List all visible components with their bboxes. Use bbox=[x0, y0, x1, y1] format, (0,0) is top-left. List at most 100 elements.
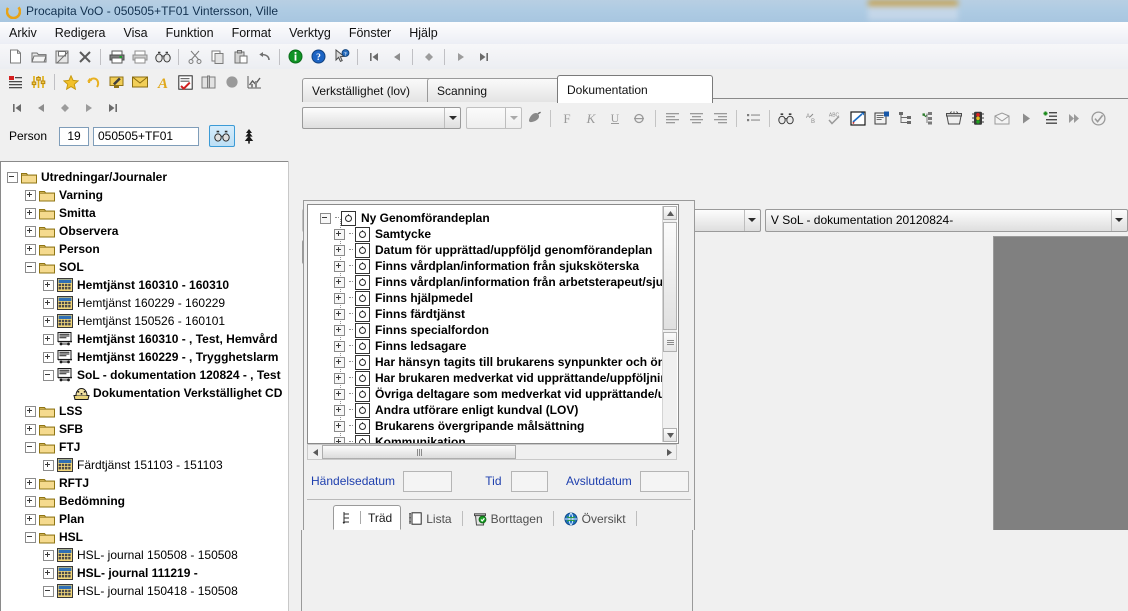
tree-item[interactable]: Varning bbox=[7, 186, 287, 204]
tree-toggle[interactable] bbox=[43, 459, 54, 471]
records-tree-panel[interactable]: Utredningar/Journaler Varning Smitta Observ… bbox=[0, 161, 289, 611]
save-icon[interactable] bbox=[50, 46, 73, 68]
nav-marker-icon[interactable] bbox=[417, 46, 440, 68]
nav-last-icon[interactable] bbox=[101, 98, 125, 118]
nav-first-icon[interactable] bbox=[362, 46, 385, 68]
keyword-tree-item[interactable]: Samtycke bbox=[308, 226, 662, 242]
italic-k-icon[interactable]: K bbox=[579, 107, 603, 129]
menu-item-funktion[interactable]: Funktion bbox=[157, 24, 223, 42]
envelope-open-icon[interactable] bbox=[990, 107, 1014, 129]
undo-icon[interactable] bbox=[252, 46, 275, 68]
circle-icon[interactable] bbox=[220, 71, 243, 93]
undo-arrow-icon[interactable] bbox=[82, 71, 105, 93]
nav-last-icon[interactable] bbox=[472, 46, 495, 68]
tree-toggle[interactable] bbox=[25, 225, 36, 237]
keyword-tree-hscrollbar[interactable] bbox=[307, 444, 677, 460]
traffic-light-icon[interactable] bbox=[966, 107, 990, 129]
menu-item-redigera[interactable]: Redigera bbox=[46, 24, 115, 42]
spell-ab-icon[interactable]: AB bbox=[798, 107, 822, 129]
scroll-right-arrow-icon[interactable] bbox=[662, 445, 676, 459]
tree-item[interactable]: HSL bbox=[7, 528, 287, 546]
keyword-tree-scrollbar[interactable] bbox=[662, 206, 677, 442]
add-node-icon[interactable] bbox=[918, 107, 942, 129]
print-icon[interactable] bbox=[105, 46, 128, 68]
keyword-tree-item[interactable]: Har brukaren medverkat vid upprättande/u… bbox=[308, 370, 668, 386]
scrollbar-grip[interactable] bbox=[663, 332, 677, 352]
help-pointer-icon[interactable]: ? bbox=[330, 46, 353, 68]
nav-next-icon[interactable] bbox=[449, 46, 472, 68]
document-selector-combo[interactable]: V SoL - dokumentation 20120824- bbox=[764, 208, 1128, 232]
nav-first-icon[interactable] bbox=[5, 98, 29, 118]
keyword-tree-item[interactable]: Kommunikation bbox=[308, 434, 662, 443]
font-a-icon[interactable]: A bbox=[151, 71, 174, 93]
tree-toggle[interactable] bbox=[25, 405, 36, 417]
tree-toggle[interactable] bbox=[334, 308, 345, 320]
tab-oversikt[interactable]: Översikt bbox=[556, 508, 634, 529]
tree-item[interactable]: Hemtjänst 160310 - , Test, Hemvård bbox=[7, 330, 287, 348]
keyword-tree-item[interactable]: Ny Genomförandeplan bbox=[308, 210, 662, 226]
tree-toggle[interactable] bbox=[334, 404, 345, 416]
tree-toggle[interactable] bbox=[43, 369, 54, 381]
structure-icon[interactable] bbox=[894, 107, 918, 129]
keyword-tree-item[interactable]: Har hänsyn tagits till brukarens synpunk… bbox=[308, 354, 672, 370]
font-size-combo[interactable] bbox=[466, 107, 522, 129]
tree-item[interactable]: RFTJ bbox=[7, 474, 287, 492]
person-tree-icon[interactable] bbox=[239, 126, 259, 146]
keyword-tree-item[interactable]: Brukarens övergripande målsättning bbox=[308, 418, 662, 434]
archive-icon[interactable] bbox=[942, 107, 966, 129]
book-icon[interactable] bbox=[197, 71, 220, 93]
tree-toggle[interactable] bbox=[334, 292, 345, 304]
tree-item[interactable]: HSL- journal 111219 - bbox=[7, 564, 287, 582]
fast-forward-icon[interactable] bbox=[1062, 107, 1086, 129]
spellcheck-abc-icon[interactable]: ABC bbox=[822, 107, 846, 129]
font-family-combo[interactable] bbox=[302, 107, 461, 129]
keyword-tree-item[interactable]: Datum för upprättad/uppföljd genomförand… bbox=[308, 242, 662, 258]
keyword-tree-item[interactable]: Finns färdtjänst bbox=[308, 306, 662, 322]
paste-icon[interactable] bbox=[229, 46, 252, 68]
tab-verkstallighet[interactable]: Verkställighet (lov) bbox=[302, 78, 444, 102]
tab-trad[interactable]: Träd bbox=[333, 505, 402, 530]
nav-marker-icon[interactable] bbox=[53, 98, 77, 118]
delete-x-icon[interactable] bbox=[73, 46, 96, 68]
end-date-field[interactable] bbox=[639, 470, 689, 492]
underline-u-icon[interactable]: U bbox=[603, 107, 627, 129]
align-left-icon[interactable] bbox=[660, 107, 684, 129]
tree-toggle[interactable] bbox=[25, 207, 36, 219]
person-number-field[interactable]: 19 bbox=[59, 126, 89, 146]
tree-toggle[interactable] bbox=[25, 189, 36, 201]
tree-toggle[interactable] bbox=[43, 585, 54, 597]
scrollbar-thumb[interactable] bbox=[663, 222, 677, 330]
checklist-icon[interactable] bbox=[174, 71, 197, 93]
approve-check-icon[interactable] bbox=[1086, 107, 1110, 129]
keyword-tree-item[interactable]: Finns vårdplan/information från sjuksköt… bbox=[308, 258, 662, 274]
menu-item-verktyg[interactable]: Verktyg bbox=[280, 24, 340, 42]
menu-item-visa[interactable]: Visa bbox=[115, 24, 157, 42]
nav-previous-icon[interactable] bbox=[385, 46, 408, 68]
find-binoculars-icon[interactable] bbox=[774, 107, 798, 129]
menu-item-fonster[interactable]: Fönster bbox=[340, 24, 400, 42]
tab-lista[interactable]: Lista bbox=[401, 508, 459, 529]
tree-toggle[interactable] bbox=[43, 297, 54, 309]
menu-item-hjalp[interactable]: Hjälp bbox=[400, 24, 447, 42]
list-red-icon[interactable] bbox=[4, 71, 27, 93]
chart-icon[interactable] bbox=[243, 71, 266, 93]
new-document-icon[interactable] bbox=[4, 46, 27, 68]
tree-toggle[interactable] bbox=[43, 333, 54, 345]
tree-item[interactable]: Dokumentation Verkställighet CD bbox=[7, 384, 287, 402]
keyword-tree-item[interactable]: Andra utförare enligt kundval (LOV) bbox=[308, 402, 662, 418]
tree-toggle[interactable] bbox=[25, 477, 36, 489]
tree-item[interactable]: Hemtjänst 150526 - 160101 bbox=[7, 312, 287, 330]
align-right-icon[interactable] bbox=[708, 107, 732, 129]
tree-item[interactable]: HSL- journal 150418 - 150508 bbox=[7, 582, 287, 600]
strikethrough-icon[interactable] bbox=[627, 107, 651, 129]
tab-borttagen[interactable]: Borttagen bbox=[465, 508, 551, 529]
stamp-icon[interactable] bbox=[846, 107, 870, 129]
tree-item[interactable]: SFB bbox=[7, 420, 287, 438]
properties-icon[interactable] bbox=[870, 107, 894, 129]
time-field[interactable] bbox=[510, 470, 548, 492]
open-folder-icon[interactable] bbox=[27, 46, 50, 68]
tree-toggle[interactable] bbox=[334, 276, 345, 288]
monitor-pen-icon[interactable] bbox=[105, 71, 128, 93]
add-list-icon[interactable] bbox=[1038, 107, 1062, 129]
tree-item[interactable]: Färdtjänst 151103 - 151103 bbox=[7, 456, 287, 474]
